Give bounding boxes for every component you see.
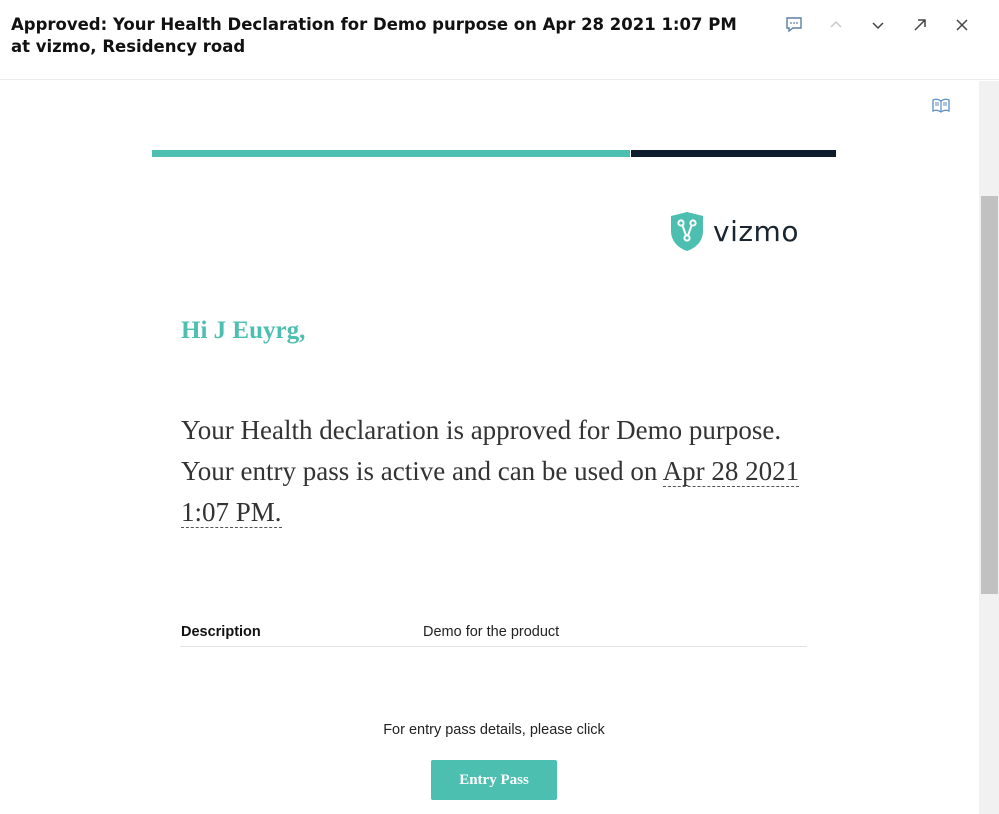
chevron-down-icon[interactable] <box>857 10 899 40</box>
details-label: Description <box>181 624 261 640</box>
email-header: Approved: Your Health Declaration for De… <box>0 0 999 80</box>
greeting: Hi J Euyrg, <box>181 317 306 344</box>
entry-pass-instruction: For entry pass details, please click <box>383 722 605 738</box>
close-icon[interactable] <box>941 10 983 40</box>
details-value: Demo for the product <box>423 624 560 640</box>
reply-comment-icon[interactable] <box>773 10 815 40</box>
reader-view-icon[interactable] <box>931 97 951 120</box>
brand-name: vizmo <box>713 215 799 248</box>
chevron-up-icon[interactable] <box>815 10 857 40</box>
header-actions <box>773 10 983 40</box>
expand-icon[interactable] <box>899 10 941 40</box>
approval-message: Your Health declaration is approved for … <box>181 410 821 533</box>
details-row: Description Demo for the product <box>180 624 807 647</box>
vizmo-logo: vizmo <box>669 211 799 252</box>
vizmo-shield-icon <box>671 212 703 251</box>
header-dark-bar <box>631 150 836 157</box>
email-subject: Approved: Your Health Declaration for De… <box>11 15 737 56</box>
header-accent-bar <box>152 150 630 157</box>
scrollbar-thumb[interactable] <box>981 196 998 594</box>
email-body: vizmo Hi J Euyrg, Your Health declaratio… <box>0 81 979 814</box>
entry-pass-button[interactable]: Entry Pass <box>431 760 557 800</box>
